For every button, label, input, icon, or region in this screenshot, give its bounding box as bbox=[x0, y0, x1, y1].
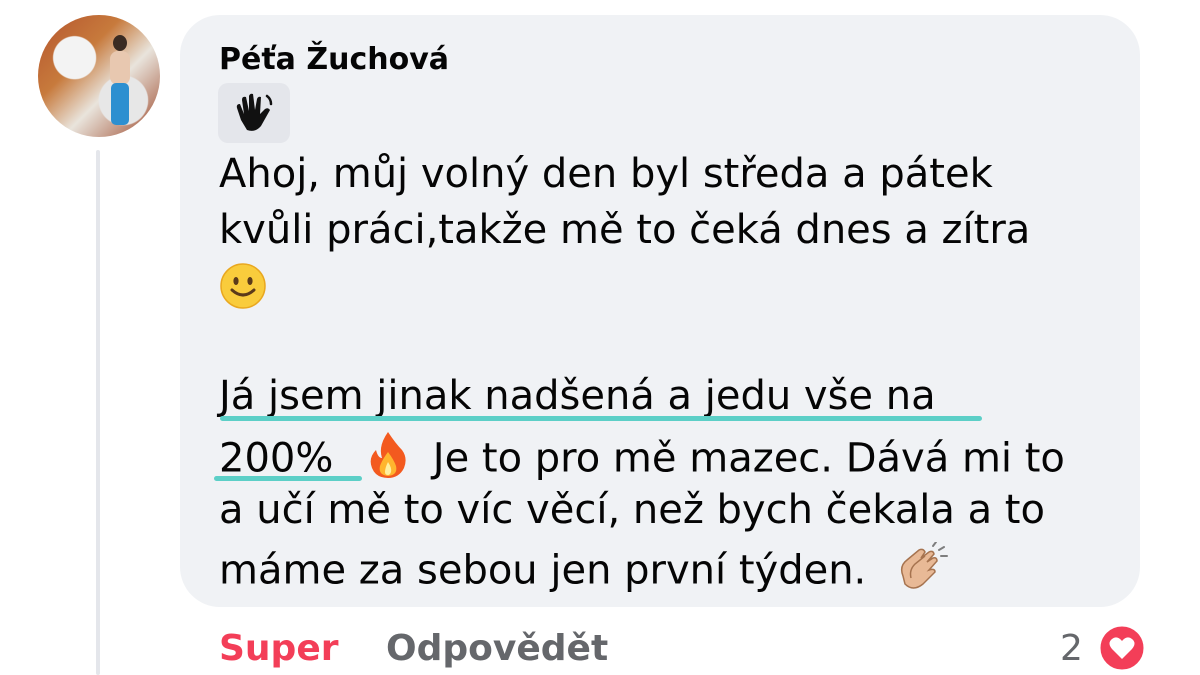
message-line-2: kvůli práci,takže mě to čeká dnes a zítr… bbox=[219, 207, 1031, 253]
reaction-count[interactable]: 2 bbox=[1060, 628, 1083, 669]
like-button[interactable]: Super bbox=[219, 628, 339, 669]
message-percent: 200% bbox=[219, 435, 334, 482]
message-line-6: a učí mě to víc věcí, než bych čekala a … bbox=[219, 487, 1045, 533]
message-line-4: Já jsem jinak nadšená a jedu vše na bbox=[219, 373, 936, 419]
thread-line bbox=[96, 150, 100, 675]
reply-button[interactable]: Odpovědět bbox=[386, 628, 608, 669]
highlight-underline-2 bbox=[214, 476, 362, 481]
avatar-figure-body bbox=[110, 51, 130, 85]
comment-author[interactable]: Péťa Žuchová bbox=[219, 42, 449, 77]
heart-icon[interactable] bbox=[1097, 623, 1147, 673]
fire-icon bbox=[366, 430, 410, 491]
waving-hand-icon bbox=[236, 93, 273, 131]
message-line-5-text: Je to pro mě mazec. Dává mi to bbox=[432, 435, 1065, 482]
avatar[interactable] bbox=[38, 15, 160, 137]
waving-hand-sticker bbox=[218, 83, 290, 143]
smiling-face-icon bbox=[219, 262, 267, 321]
message-line-7-text: máme za sebou jen první týden. bbox=[219, 547, 867, 594]
message-line-7: máme za sebou jen první týden. bbox=[219, 541, 949, 603]
clapping-hands-icon bbox=[893, 541, 949, 603]
avatar-figure-head bbox=[113, 35, 127, 51]
message-line-1: Ahoj, můj volný den byl středa a pátek bbox=[219, 151, 993, 197]
message-line-3 bbox=[219, 262, 267, 321]
highlight-underline-1 bbox=[220, 416, 982, 421]
avatar-figure-legs bbox=[111, 83, 129, 125]
message-line-5: 200% Je to pro mě mazec. Dává mi to bbox=[219, 430, 1065, 491]
